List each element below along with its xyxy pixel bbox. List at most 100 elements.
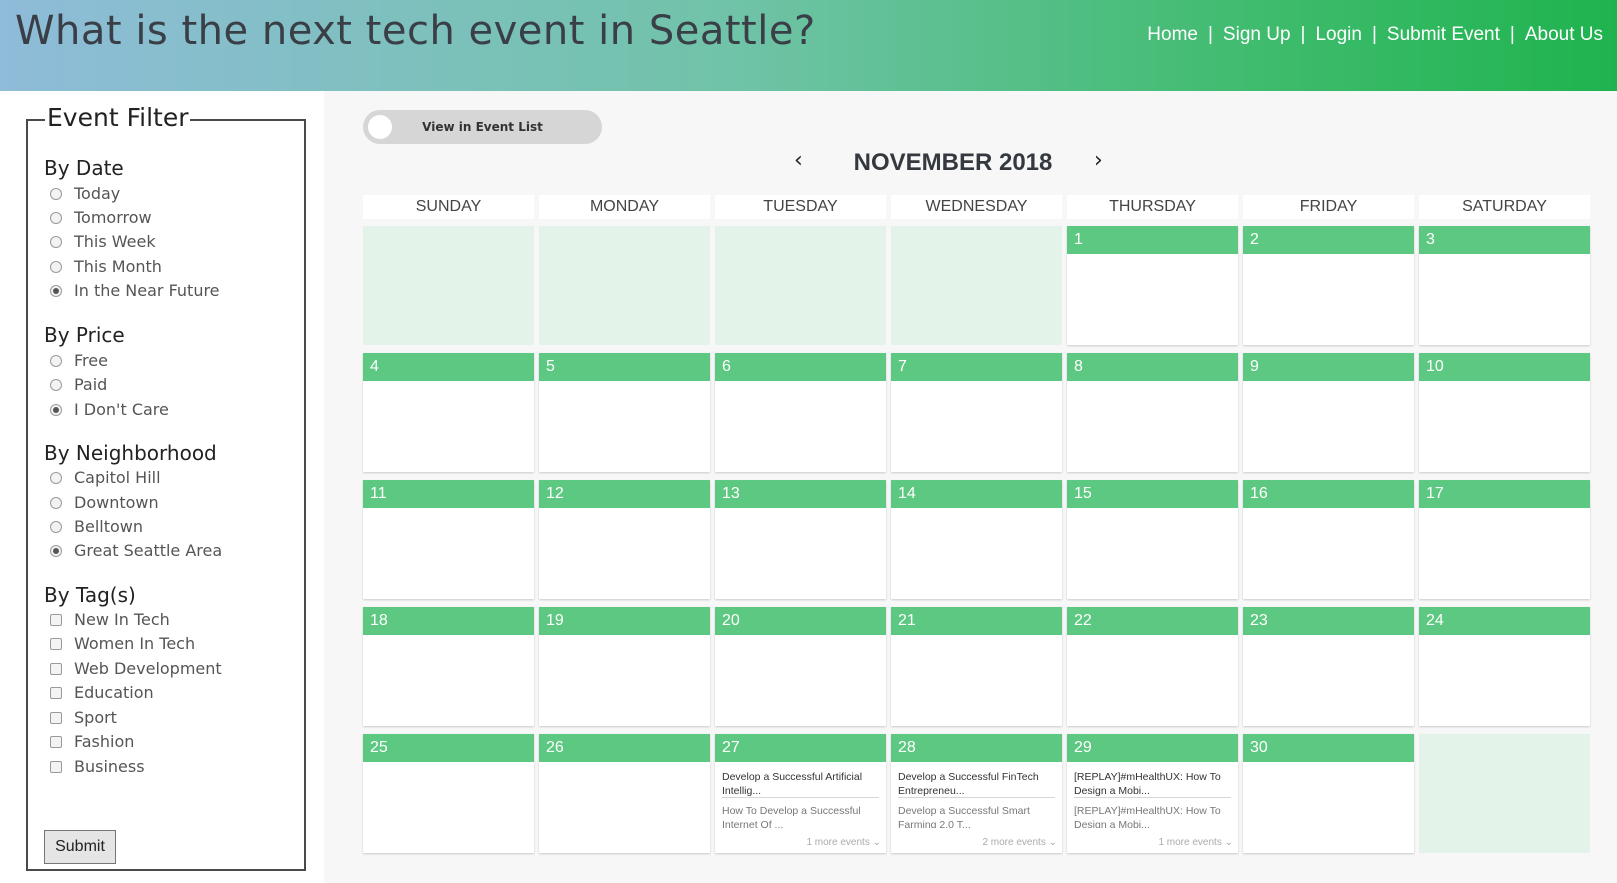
neighborhood-option-downtown[interactable]: Downtown xyxy=(50,493,159,512)
more-events-link[interactable]: 2 more events ⌄ xyxy=(982,837,1057,848)
nav-login-link[interactable]: Login xyxy=(1315,24,1362,46)
radio-icon[interactable] xyxy=(50,211,62,224)
checkbox-icon[interactable] xyxy=(50,613,62,626)
tag-option-new-in-tech[interactable]: New In Tech xyxy=(50,610,170,629)
neighborhood-option-great-seattle[interactable]: Great Seattle Area xyxy=(50,541,222,560)
checkbox-icon[interactable] xyxy=(50,760,62,773)
nav-submit-event-link[interactable]: Submit Event xyxy=(1387,24,1500,46)
event-item[interactable]: Develop a Successful FinTech Entrepreneu… xyxy=(898,762,1055,798)
price-option-dont-care[interactable]: I Don't Care xyxy=(50,400,169,419)
price-option-free[interactable]: Free xyxy=(50,351,108,370)
checkbox-icon[interactable] xyxy=(50,662,62,675)
neighborhood-option-belltown[interactable]: Belltown xyxy=(50,517,143,536)
radio-icon[interactable] xyxy=(50,520,62,533)
day-cell[interactable]: 9 xyxy=(1243,353,1414,472)
month-title: NOVEMBER 2018 xyxy=(853,149,1053,176)
day-cell[interactable]: 14 xyxy=(891,480,1062,599)
day-cell[interactable]: 13 xyxy=(715,480,886,599)
day-cell[interactable]: 29 [REPLAY]#mHealthUX: How To Design a Mo… xyxy=(1067,734,1238,853)
day-cell[interactable]: 8 xyxy=(1067,353,1238,472)
checkbox-icon[interactable] xyxy=(50,686,62,699)
nav-home-link[interactable]: Home xyxy=(1147,24,1198,46)
event-item[interactable]: Develop a Successful Artificial Intellig… xyxy=(722,762,879,798)
day-cell[interactable]: 10 xyxy=(1419,353,1590,472)
day-cell[interactable]: 6 xyxy=(715,353,886,472)
tag-option-fashion[interactable]: Fashion xyxy=(50,732,134,751)
date-option-today[interactable]: Today xyxy=(50,184,120,203)
more-events-label: 1 more events xyxy=(1158,837,1222,848)
tag-option-sport[interactable]: Sport xyxy=(50,708,117,727)
empty-day-cell xyxy=(1419,734,1590,853)
day-cell[interactable]: 4 xyxy=(363,353,534,472)
day-cell[interactable]: 22 xyxy=(1067,607,1238,726)
day-cell[interactable]: 21 xyxy=(891,607,1062,726)
radio-selected-icon[interactable] xyxy=(50,403,62,416)
event-item[interactable]: Develop a Successful Smart Farming 2.0 T… xyxy=(898,798,1055,828)
radio-icon[interactable] xyxy=(50,471,62,484)
event-item[interactable]: How To Develop a Successful Internet Of … xyxy=(722,798,879,828)
day-cell[interactable]: 30 xyxy=(1243,734,1414,853)
empty-day-cell xyxy=(539,226,710,345)
nav-signup-link[interactable]: Sign Up xyxy=(1223,24,1291,46)
tag-option-women-in-tech[interactable]: Women In Tech xyxy=(50,634,195,653)
filter-submit-button[interactable]: Submit xyxy=(44,830,116,864)
nav-separator: | xyxy=(1509,24,1515,45)
radio-icon[interactable] xyxy=(50,260,62,273)
day-cell[interactable]: 16 xyxy=(1243,480,1414,599)
price-option-paid[interactable]: Paid xyxy=(50,375,107,394)
tag-option-business[interactable]: Business xyxy=(50,757,145,776)
nav-about-link[interactable]: About Us xyxy=(1525,24,1603,46)
date-option-this-week[interactable]: This Week xyxy=(50,232,156,251)
more-events-link[interactable]: 1 more events ⌄ xyxy=(1158,837,1233,848)
radio-icon[interactable] xyxy=(50,187,62,200)
chevron-left-icon[interactable]: ‹ xyxy=(794,148,803,173)
option-label: Free xyxy=(74,351,108,370)
day-cell[interactable]: 18 xyxy=(363,607,534,726)
checkbox-icon[interactable] xyxy=(50,735,62,748)
date-option-near-future[interactable]: In the Near Future xyxy=(50,281,220,300)
day-cell[interactable]: 19 xyxy=(539,607,710,726)
radio-icon[interactable] xyxy=(50,235,62,248)
day-cell[interactable]: 2 xyxy=(1243,226,1414,345)
checkbox-icon[interactable] xyxy=(50,637,62,650)
radio-icon[interactable] xyxy=(50,378,62,391)
day-cell[interactable]: 7 xyxy=(891,353,1062,472)
neighborhood-option-capitol-hill[interactable]: Capitol Hill xyxy=(50,468,161,487)
day-cell[interactable]: 28 Develop a Successful FinTech Entrepren… xyxy=(891,734,1062,853)
radio-icon[interactable] xyxy=(50,354,62,367)
day-cell[interactable]: 26 xyxy=(539,734,710,853)
weekday-label: SATURDAY xyxy=(1419,195,1590,219)
tag-option-education[interactable]: Education xyxy=(50,683,154,702)
chevron-down-icon: ⌄ xyxy=(1045,837,1057,848)
tag-option-web-development[interactable]: Web Development xyxy=(50,659,222,678)
day-cell[interactable]: 25 xyxy=(363,734,534,853)
date-option-tomorrow[interactable]: Tomorrow xyxy=(50,208,152,227)
radio-selected-icon[interactable] xyxy=(50,544,62,557)
checkbox-icon[interactable] xyxy=(50,711,62,724)
option-label: Education xyxy=(74,683,154,702)
radio-selected-icon[interactable] xyxy=(50,284,62,297)
event-item[interactable]: [REPLAY]#mHealthUX: How To Design a Mobi… xyxy=(1074,762,1231,798)
day-cell[interactable]: 1 xyxy=(1067,226,1238,345)
day-number: 10 xyxy=(1419,353,1590,381)
day-number: 1 xyxy=(1067,226,1238,254)
more-events-link[interactable]: 1 more events ⌄ xyxy=(806,837,881,848)
day-cell[interactable]: 3 xyxy=(1419,226,1590,345)
day-cell[interactable]: 11 xyxy=(363,480,534,599)
day-cell[interactable]: 27 Develop a Successful Artificial Intell… xyxy=(715,734,886,853)
date-option-this-month[interactable]: This Month xyxy=(50,257,162,276)
day-cell[interactable]: 20 xyxy=(715,607,886,726)
radio-icon[interactable] xyxy=(50,496,62,509)
day-cell[interactable]: 5 xyxy=(539,353,710,472)
option-label: This Week xyxy=(74,232,156,251)
view-toggle-switch[interactable]: View in Event List xyxy=(363,110,602,144)
event-item[interactable]: [REPLAY]#mHealthUX: How To Design a Mobi… xyxy=(1074,798,1231,828)
day-cell[interactable]: 12 xyxy=(539,480,710,599)
day-cell[interactable]: 17 xyxy=(1419,480,1590,599)
day-cell[interactable]: 23 xyxy=(1243,607,1414,726)
day-number: 24 xyxy=(1419,607,1590,635)
day-cell[interactable]: 15 xyxy=(1067,480,1238,599)
day-cell[interactable]: 24 xyxy=(1419,607,1590,726)
chevron-right-icon[interactable]: › xyxy=(1094,148,1103,173)
option-label: Paid xyxy=(74,375,108,394)
